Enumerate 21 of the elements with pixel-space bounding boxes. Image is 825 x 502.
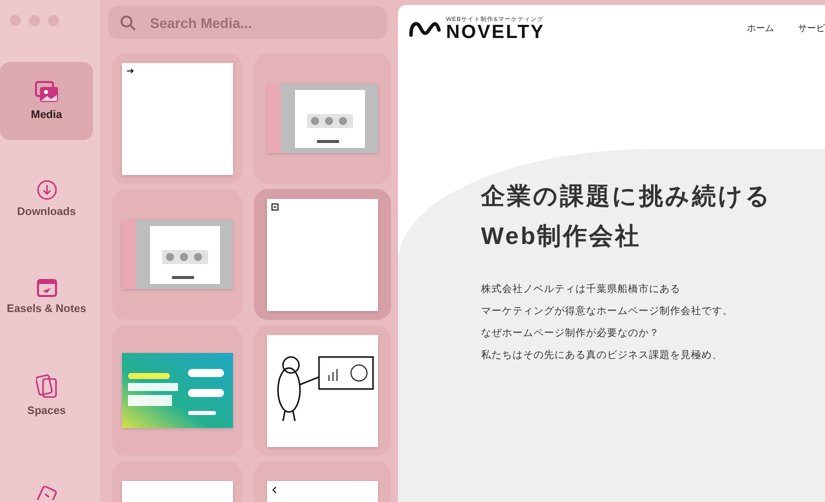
sidebar-item[interactable]: Easels & Notes [0, 258, 93, 336]
media-card[interactable] [254, 325, 391, 456]
sidebar-item[interactable]: Downloads [0, 160, 93, 238]
search-field[interactable]: Search Media... [108, 6, 387, 39]
sidebar-item[interactable]: Media [0, 62, 93, 140]
download-icon [36, 180, 56, 200]
nav-link[interactable]: ホーム [747, 22, 774, 34]
body-text: なぜホームページ制作が必要なのか？ [481, 326, 660, 341]
body-text: マーケティングが得意なホームページ制作会社です。 [481, 304, 734, 319]
tile-icon [36, 486, 58, 500]
photos-icon [34, 81, 58, 103]
easel-icon [36, 279, 56, 297]
sidebar-item[interactable]: Spaces [0, 356, 93, 434]
nav-link[interactable]: サービ [798, 22, 825, 34]
cards-icon [36, 373, 58, 399]
body-text: 私たちはその先にある真のビジネス課題を見極め、 [481, 348, 724, 363]
logo-text: NOVELTY [446, 24, 545, 41]
body-text: 株式会社ノベルティは千葉県船橋市にある [481, 282, 682, 297]
search-icon [120, 15, 136, 31]
headline: Web制作会社 [481, 222, 642, 252]
headline: 企業の課題に挑み続ける [481, 182, 773, 212]
